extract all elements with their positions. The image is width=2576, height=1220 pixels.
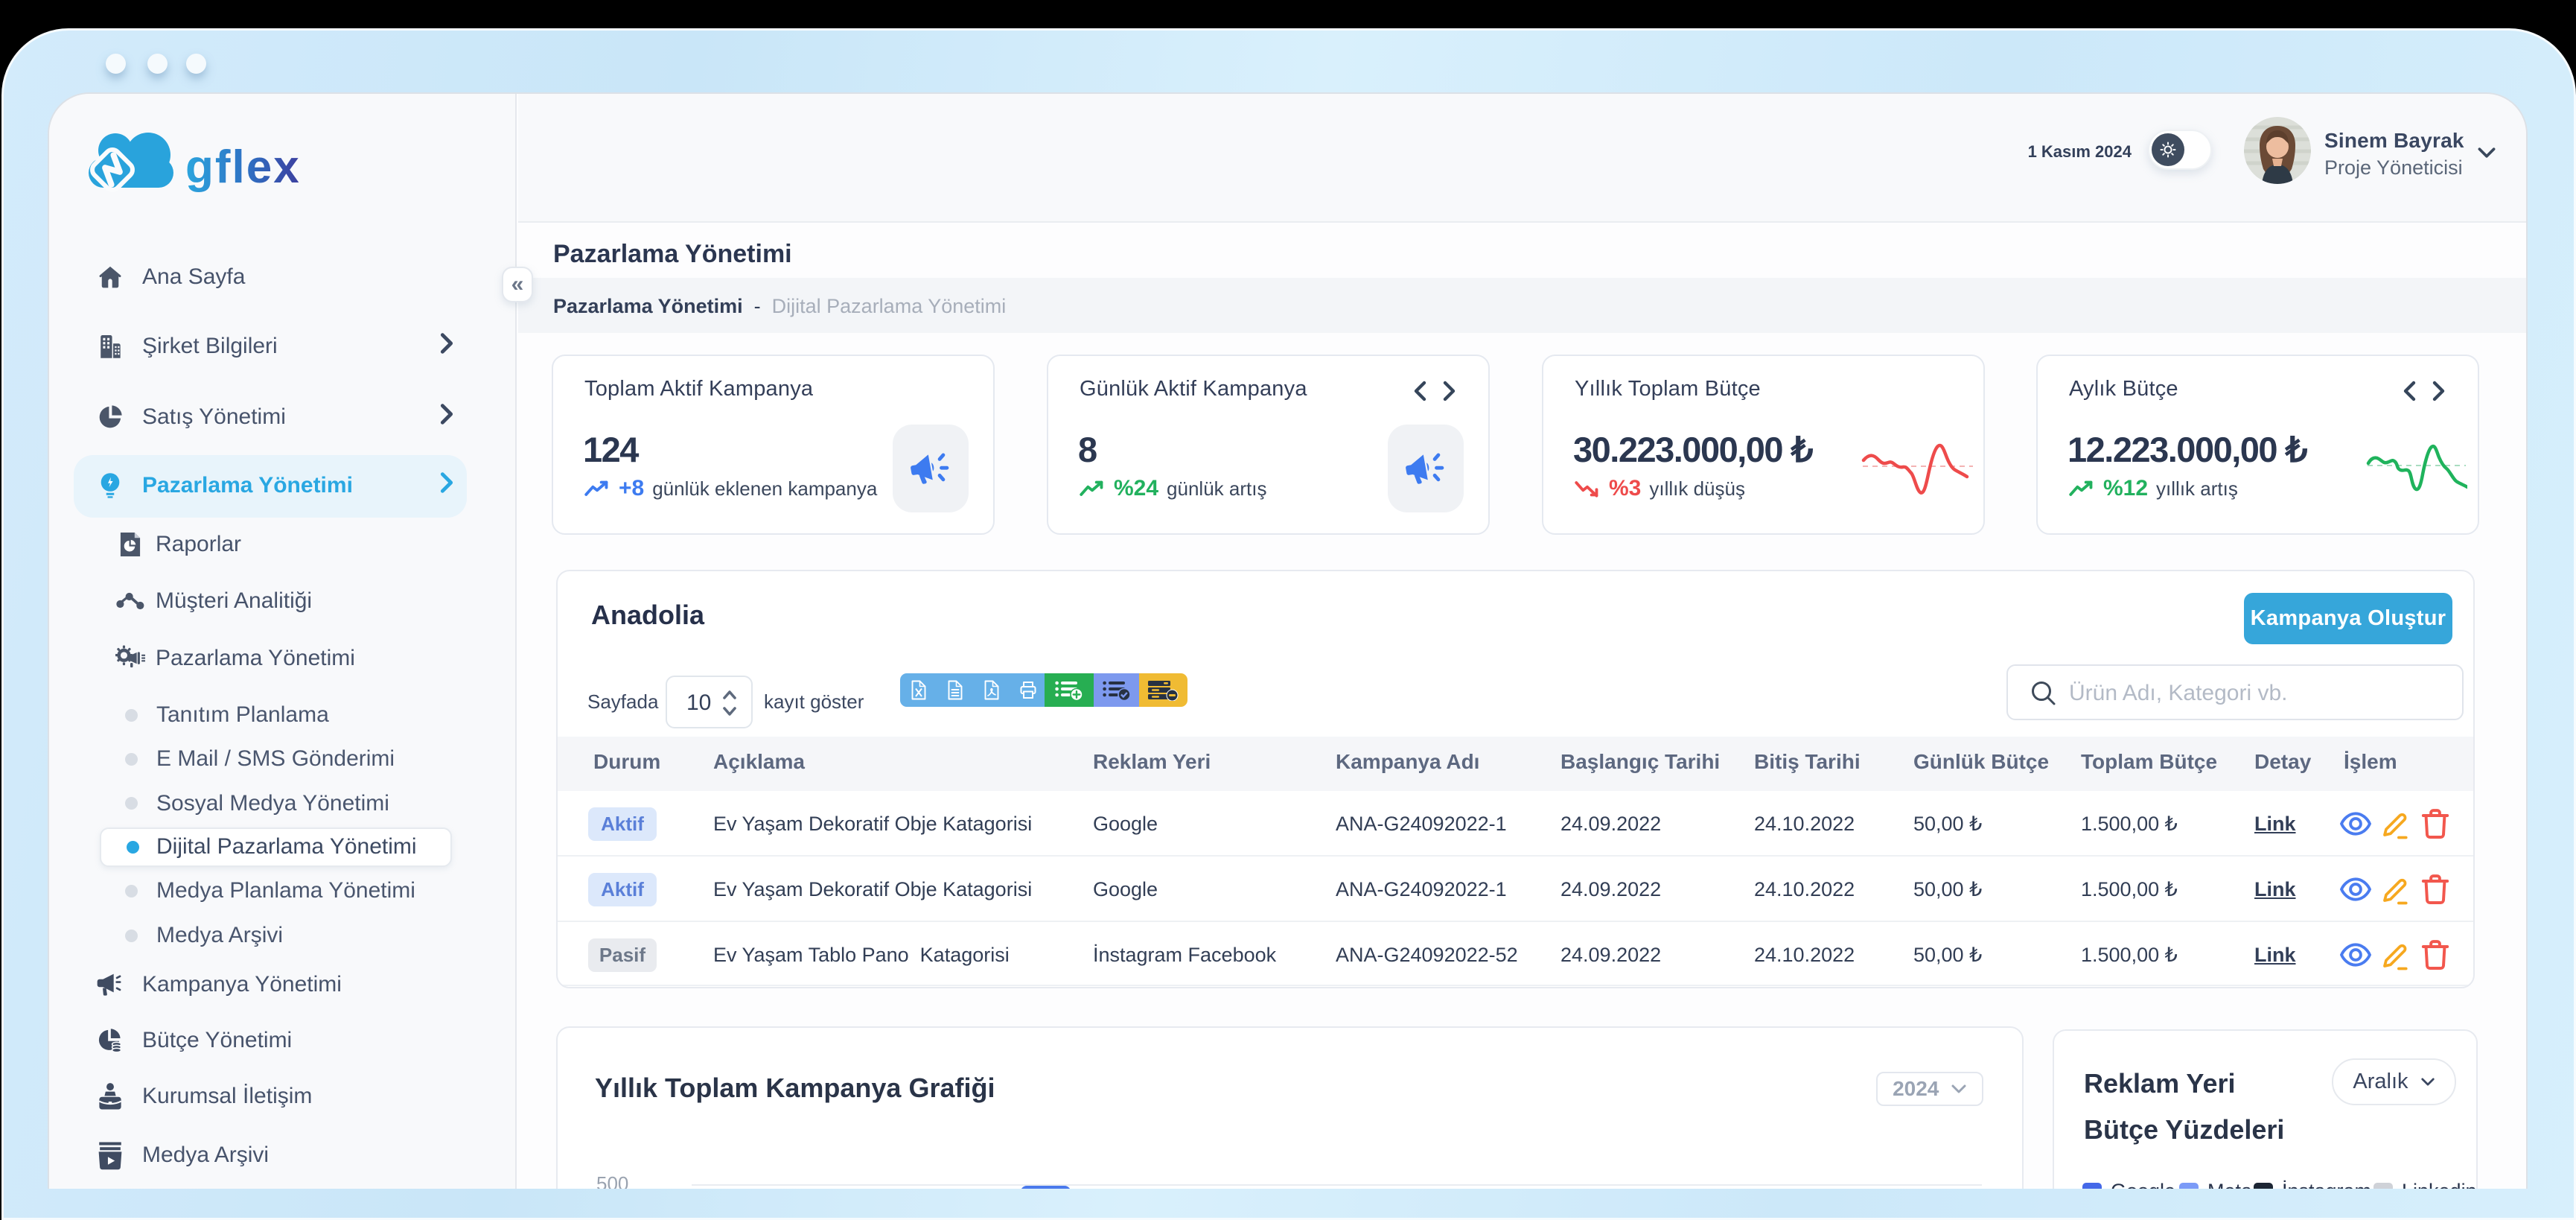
svg-text:gflex: gflex — [185, 142, 301, 192]
